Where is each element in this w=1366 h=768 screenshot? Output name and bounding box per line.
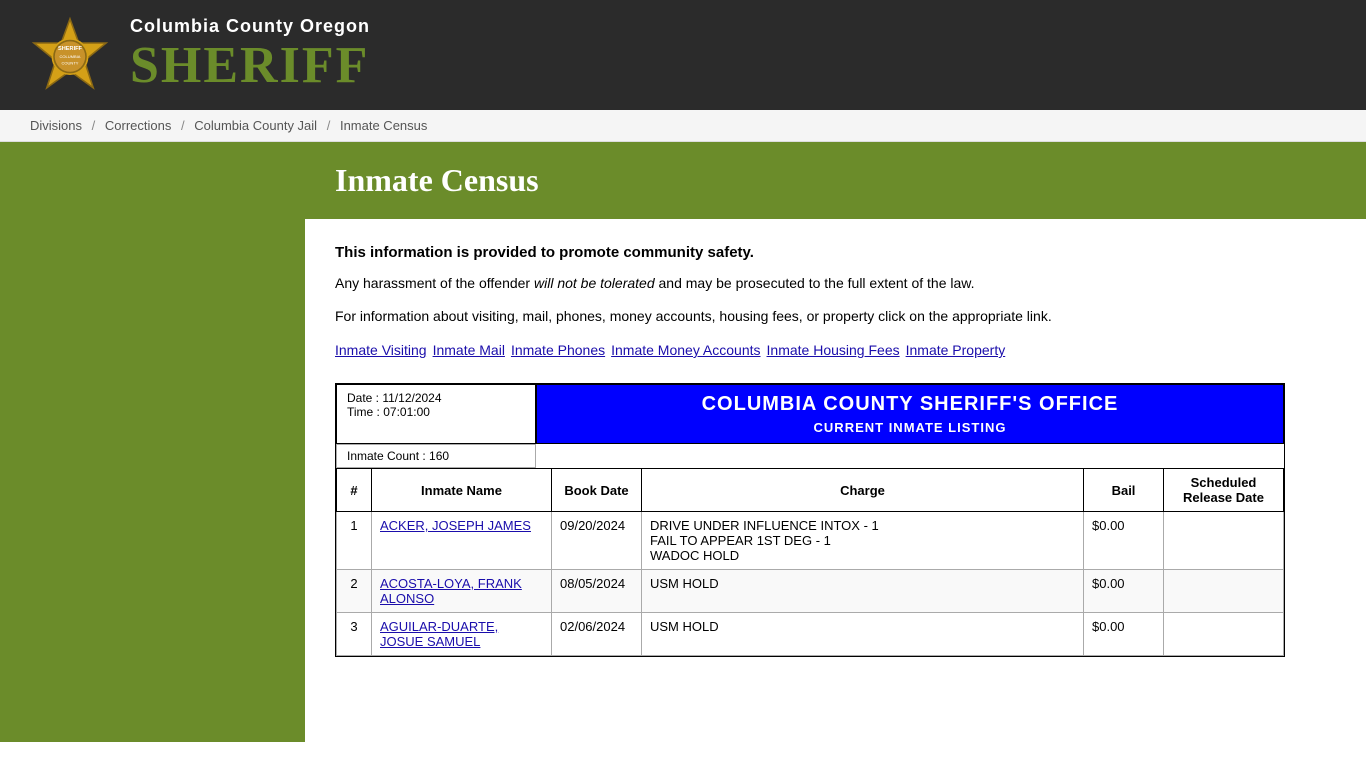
breadcrumb-divisions[interactable]: Divisions [30, 118, 82, 133]
link-inmate-money[interactable]: Inmate Money Accounts [611, 342, 760, 358]
cell-charge: USM HOLD [642, 613, 1084, 656]
office-title: COLUMBIA COUNTY SHERIFF'S OFFICE [702, 393, 1119, 416]
breadcrumb-corrections[interactable]: Corrections [105, 118, 171, 133]
table-time: Time : 07:01:00 [347, 405, 525, 419]
cell-book-date: 02/06/2024 [552, 613, 642, 656]
cell-bail: $0.00 [1084, 512, 1164, 570]
cell-bail: $0.00 [1084, 613, 1164, 656]
table-row: 3 AGUILAR-DUARTE, JOSUE SAMUEL 02/06/202… [337, 613, 1284, 656]
main-layout: Inmate Census This information is provid… [0, 142, 1366, 742]
table-title-cell: COLUMBIA COUNTY SHERIFF'S OFFICE CURRENT… [536, 384, 1284, 444]
link-inmate-phones[interactable]: Inmate Phones [511, 342, 605, 358]
inmate-table-container: Date : 11/12/2024 Time : 07:01:00 COLUMB… [335, 383, 1285, 657]
cell-charge: DRIVE UNDER INFLUENCE INTOX - 1FAIL TO A… [642, 512, 1084, 570]
cell-name: ACKER, JOSEPH JAMES [372, 512, 552, 570]
inmate-name-link[interactable]: ACOSTA-LOYA, FRANK ALONSO [380, 576, 522, 606]
table-date: Date : 11/12/2024 [347, 391, 525, 405]
table-row: 1 ACKER, JOSEPH JAMES 09/20/2024 DRIVE U… [337, 512, 1284, 570]
content-body: This information is provided to promote … [305, 219, 1366, 682]
header-text: Columbia County Oregon Sheriff [130, 16, 370, 94]
info-italic: will not be tolerated [534, 275, 655, 291]
svg-text:COUNTY: COUNTY [62, 61, 79, 66]
cell-num: 3 [337, 613, 372, 656]
cell-num: 1 [337, 512, 372, 570]
cell-release [1164, 570, 1284, 613]
col-header-charge: Charge [642, 469, 1084, 512]
inmate-data-table: # Inmate Name Book Date Charge Bail Sche… [336, 468, 1284, 656]
page-title-bar: Inmate Census [305, 142, 1366, 219]
link-inmate-housing[interactable]: Inmate Housing Fees [767, 342, 900, 358]
cell-book-date: 09/20/2024 [552, 512, 642, 570]
breadcrumb-jail[interactable]: Columbia County Jail [194, 118, 317, 133]
inmate-name-link[interactable]: AGUILAR-DUARTE, JOSUE SAMUEL [380, 619, 498, 649]
breadcrumb-current: Inmate Census [340, 118, 427, 133]
cell-charge: USM HOLD [642, 570, 1084, 613]
sheriff-badge-icon: SHERIFF COLUMBIA COUNTY [30, 15, 110, 95]
cell-name: ACOSTA-LOYA, FRANK ALONSO [372, 570, 552, 613]
inmate-count-row: Inmate Count : 160 [336, 444, 536, 468]
info-text-1: Any harassment of the offender will not … [335, 273, 1336, 294]
col-header-name: Inmate Name [372, 469, 552, 512]
cell-release [1164, 613, 1284, 656]
col-header-book: Book Date [552, 469, 642, 512]
svg-text:COLUMBIA: COLUMBIA [60, 54, 81, 59]
listing-subtitle: CURRENT INMATE LISTING [814, 420, 1007, 435]
link-inmate-mail[interactable]: Inmate Mail [433, 342, 505, 358]
link-inmate-property[interactable]: Inmate Property [906, 342, 1006, 358]
inmate-links-row: Inmate Visiting Inmate Mail Inmate Phone… [335, 342, 1336, 358]
col-header-num: # [337, 469, 372, 512]
cell-bail: $0.00 [1084, 570, 1164, 613]
site-title: Sheriff [130, 37, 370, 94]
cell-num: 2 [337, 570, 372, 613]
cell-release [1164, 512, 1284, 570]
table-row: 2 ACOSTA-LOYA, FRANK ALONSO 08/05/2024 U… [337, 570, 1284, 613]
site-header: SHERIFF COLUMBIA COUNTY Columbia County … [0, 0, 1366, 110]
info-bold-text: This information is provided to promote … [335, 244, 1336, 261]
col-header-bail: Bail [1084, 469, 1164, 512]
inmate-count-label: Inmate Count : 160 [347, 449, 449, 463]
sidebar [0, 142, 305, 742]
table-info-cell: Date : 11/12/2024 Time : 07:01:00 [336, 384, 536, 444]
inmate-name-link[interactable]: ACKER, JOSEPH JAMES [380, 518, 531, 533]
content-area: Inmate Census This information is provid… [305, 142, 1366, 742]
page-title: Inmate Census [335, 162, 1336, 199]
col-header-release: Scheduled Release Date [1164, 469, 1284, 512]
table-header-row: Date : 11/12/2024 Time : 07:01:00 COLUMB… [336, 384, 1284, 444]
cell-name: AGUILAR-DUARTE, JOSUE SAMUEL [372, 613, 552, 656]
cell-book-date: 08/05/2024 [552, 570, 642, 613]
link-inmate-visiting[interactable]: Inmate Visiting [335, 342, 427, 358]
svg-text:SHERIFF: SHERIFF [58, 46, 83, 52]
county-name: Columbia County Oregon [130, 16, 370, 37]
info-text-2: For information about visiting, mail, ph… [335, 306, 1336, 327]
breadcrumb: Divisions / Corrections / Columbia Count… [0, 110, 1366, 142]
